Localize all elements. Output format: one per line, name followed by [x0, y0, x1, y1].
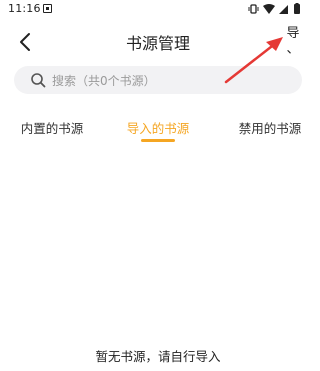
import-button[interactable]: 导 、 [282, 26, 304, 58]
page-title: 书源管理 [125, 34, 190, 53]
search-icon [31, 73, 46, 88]
wifi-icon [263, 4, 275, 14]
vibrate-icon [248, 4, 259, 14]
battery-icon [294, 3, 300, 14]
search-placeholder: 搜索（共0个书源） [52, 74, 156, 88]
active-tab-indicator [141, 139, 175, 142]
status-bar: 11:16 [0, 0, 316, 20]
search-input[interactable]: 搜索（共0个书源） [14, 66, 302, 94]
import-button-sub: 、 [286, 42, 300, 57]
empty-state-message: 暂无书源，请自行导入 [95, 349, 221, 364]
tab-disabled-sources[interactable]: 禁用的书源 [239, 118, 302, 137]
tab-builtin-sources[interactable]: 内置的书源 [21, 118, 84, 137]
header: 书源管理 导 、 [0, 20, 316, 64]
status-icons [248, 3, 300, 14]
signal-icon [279, 5, 288, 14]
import-button-label: 导 [286, 26, 300, 41]
source-tabs: 内置的书源 导入的书源 禁用的书源 [0, 112, 316, 146]
notification-icon [43, 4, 52, 13]
tab-imported-sources[interactable]: 导入的书源 [127, 118, 190, 137]
status-time: 11:16 [8, 2, 41, 15]
